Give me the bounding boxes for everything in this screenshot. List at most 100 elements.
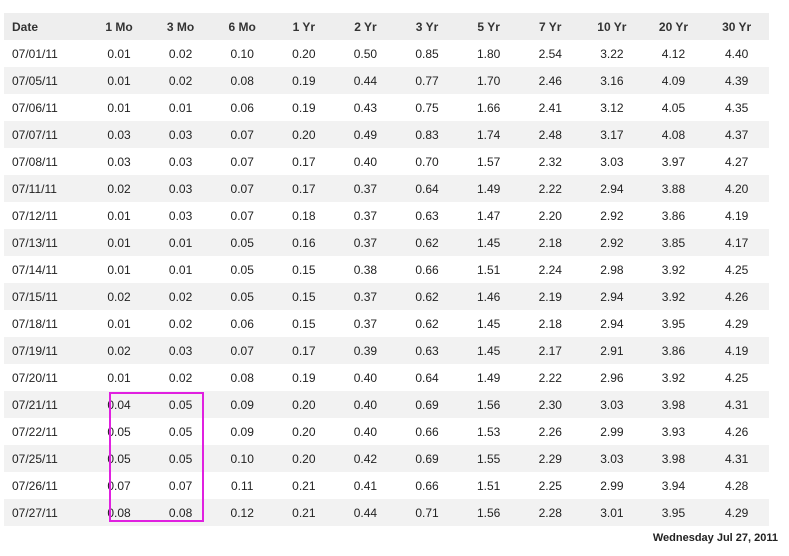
yield-cell: 0.02 [149, 310, 212, 337]
column-header-date: Date [4, 13, 89, 40]
table-row: 07/18/11 0.01 0.02 0.06 0.15 0.37 0.62 1.45 2.18… [4, 310, 769, 337]
yield-cell: 0.62 [396, 229, 458, 256]
column-header-7-yr: 7 Yr [519, 13, 582, 40]
yield-cell: 0.37 [334, 202, 397, 229]
yield-cell: 3.95 [642, 499, 705, 526]
yield-cell: 2.20 [519, 202, 582, 229]
yield-cell: 3.16 [581, 67, 643, 94]
yield-cell: 2.91 [581, 337, 643, 364]
yield-cell: 0.03 [149, 121, 212, 148]
date-cell: 07/05/11 [4, 67, 89, 94]
yield-cell: 0.20 [273, 445, 335, 472]
yield-cell: 1.45 [457, 310, 520, 337]
yield-cell: 1.51 [457, 256, 520, 283]
yield-cell: 2.99 [581, 472, 643, 499]
column-header-2-yr: 2 Yr [334, 13, 397, 40]
yield-cell: 2.17 [519, 337, 582, 364]
yield-cell: 0.03 [88, 121, 150, 148]
yield-cell: 0.69 [396, 445, 458, 472]
yield-cell: 0.07 [149, 472, 212, 499]
yield-cell: 0.37 [334, 229, 397, 256]
yield-cell: 4.26 [704, 283, 769, 310]
yield-cell: 3.86 [642, 337, 705, 364]
date-cell: 07/19/11 [4, 337, 89, 364]
date-cell: 07/14/11 [4, 256, 89, 283]
yield-cell: 0.01 [88, 94, 150, 121]
date-cell: 07/26/11 [4, 472, 89, 499]
yield-cell: 0.01 [88, 67, 150, 94]
yield-cell: 2.30 [519, 391, 582, 418]
table-row: 07/26/11 0.07 0.07 0.11 0.21 0.41 0.66 1.51 2.25… [4, 472, 769, 499]
table-row: 07/22/11 0.05 0.05 0.09 0.20 0.40 0.66 1.53 2.26… [4, 418, 769, 445]
yield-cell: 2.19 [519, 283, 582, 310]
yield-cell: 0.40 [334, 391, 397, 418]
yield-cell: 2.92 [581, 202, 643, 229]
yield-cell: 0.15 [273, 256, 335, 283]
yield-cell: 0.05 [149, 418, 212, 445]
yield-cell: 0.21 [273, 499, 335, 526]
yield-cell: 0.01 [88, 202, 150, 229]
yield-cell: 0.01 [88, 310, 150, 337]
yield-cell: 0.64 [396, 175, 458, 202]
yield-cell: 1.46 [457, 283, 520, 310]
yield-cell: 4.19 [704, 202, 769, 229]
yield-cell: 3.94 [642, 472, 705, 499]
yield-cell: 4.40 [704, 40, 769, 67]
column-header-3-mo: 3 Mo [149, 13, 212, 40]
date-cell: 07/08/11 [4, 148, 89, 175]
yield-cell: 0.05 [211, 229, 274, 256]
yield-cell: 4.25 [704, 364, 769, 391]
yield-cell: 4.39 [704, 67, 769, 94]
yield-cell: 0.69 [396, 391, 458, 418]
yield-cell: 2.41 [519, 94, 582, 121]
yield-cell: 2.22 [519, 364, 582, 391]
yield-cell: 0.06 [211, 94, 274, 121]
yield-cell: 4.29 [704, 499, 769, 526]
yield-cell: 1.45 [457, 337, 520, 364]
yield-cell: 0.15 [273, 283, 335, 310]
yield-cell: 0.66 [396, 472, 458, 499]
column-header-10-yr: 10 Yr [581, 13, 643, 40]
yield-cell: 0.40 [334, 148, 397, 175]
yield-cell: 0.37 [334, 175, 397, 202]
yield-cell: 1.53 [457, 418, 520, 445]
yield-cell: 0.43 [334, 94, 397, 121]
yield-cell: 1.70 [457, 67, 520, 94]
date-cell: 07/27/11 [4, 499, 89, 526]
yield-cell: 2.94 [581, 283, 643, 310]
yield-cell: 1.47 [457, 202, 520, 229]
yield-cell: 0.21 [273, 472, 335, 499]
yield-cell: 3.03 [581, 445, 643, 472]
yield-cell: 0.03 [149, 337, 212, 364]
table-row: 07/01/11 0.01 0.02 0.10 0.20 0.50 0.85 1.80 2.54… [4, 40, 769, 67]
date-cell: 07/21/11 [4, 391, 89, 418]
yield-cell: 0.19 [273, 364, 335, 391]
yield-cell: 4.09 [642, 67, 705, 94]
yield-cell: 0.07 [88, 472, 150, 499]
date-cell: 07/06/11 [4, 94, 89, 121]
date-cell: 07/22/11 [4, 418, 89, 445]
yield-cell: 0.01 [88, 256, 150, 283]
yield-cell: 2.54 [519, 40, 582, 67]
yield-cell: 0.05 [149, 445, 212, 472]
yield-cell: 0.05 [149, 391, 212, 418]
yield-cell: 4.31 [704, 391, 769, 418]
yield-cell: 0.77 [396, 67, 458, 94]
yield-cell: 0.07 [211, 148, 274, 175]
yield-cell: 2.24 [519, 256, 582, 283]
yield-cell: 0.01 [88, 40, 150, 67]
yield-cell: 0.66 [396, 256, 458, 283]
yield-cell: 0.01 [149, 229, 212, 256]
table-row: 07/21/11 0.04 0.05 0.09 0.20 0.40 0.69 1.56 2.30… [4, 391, 769, 418]
yield-cell: 0.02 [149, 283, 212, 310]
date-cell: 07/12/11 [4, 202, 89, 229]
table-body: 07/01/11 0.01 0.02 0.10 0.20 0.50 0.85 1.80 2.54… [4, 40, 769, 526]
yield-cell: 2.26 [519, 418, 582, 445]
yield-cell: 4.26 [704, 418, 769, 445]
yield-cell: 0.18 [273, 202, 335, 229]
yield-cell: 0.17 [273, 175, 335, 202]
yield-cell: 0.17 [273, 148, 335, 175]
yield-cell: 3.92 [642, 364, 705, 391]
yield-cell: 0.42 [334, 445, 397, 472]
yield-cell: 0.19 [273, 94, 335, 121]
